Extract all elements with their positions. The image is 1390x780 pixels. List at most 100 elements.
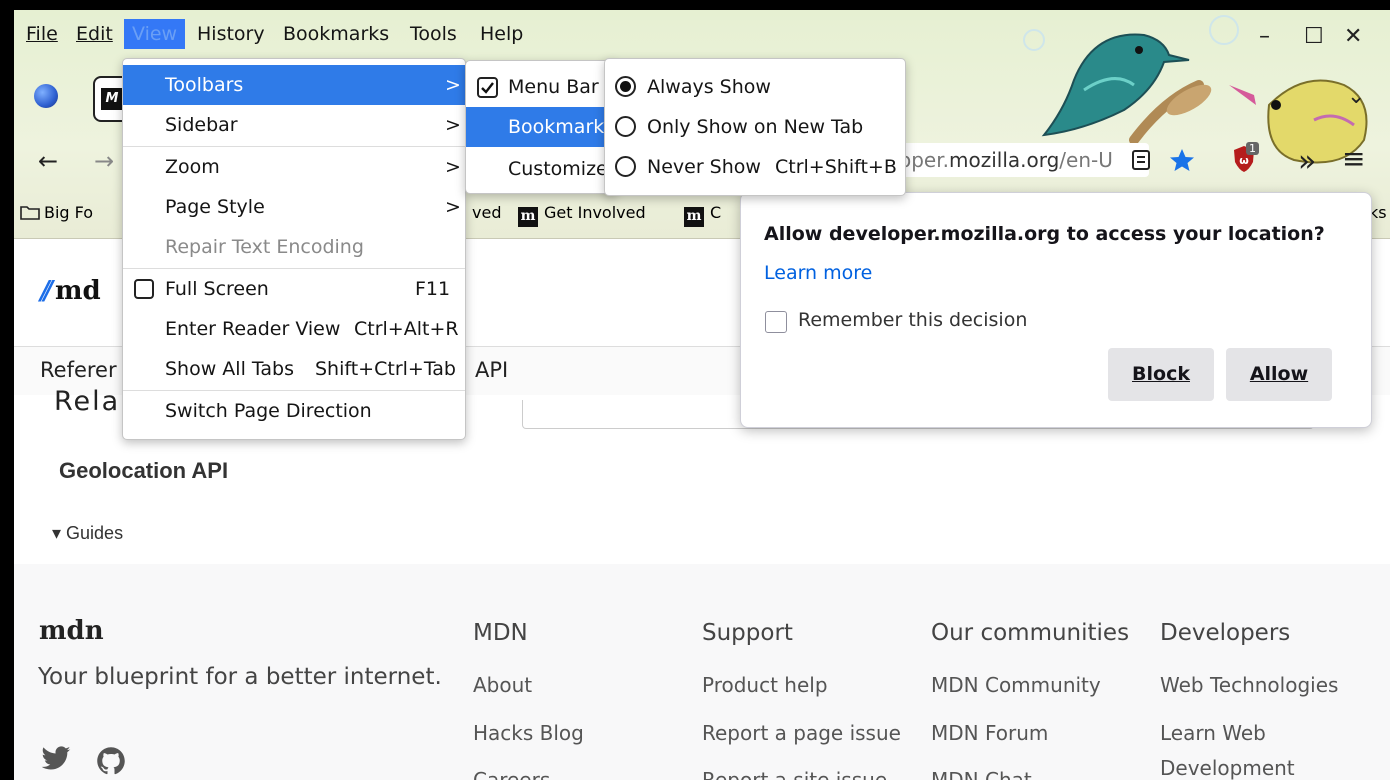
github-icon[interactable] bbox=[96, 746, 126, 776]
menu-item-shortcut: F11 bbox=[415, 278, 451, 300]
url-path: /en-U bbox=[1059, 148, 1113, 172]
view-menu: Toolbars > Sidebar > Zoom > Page Style >… bbox=[122, 58, 466, 440]
footer-heading-support: Support bbox=[702, 620, 793, 646]
menu-item-sidebar[interactable]: Sidebar > bbox=[123, 105, 465, 145]
only-show-new-tab-radio[interactable] bbox=[615, 116, 636, 137]
minimize-button[interactable]: – bbox=[1259, 24, 1270, 49]
menu-item-label: Show All Tabs bbox=[165, 358, 294, 380]
bookmark-label: C bbox=[710, 203, 722, 222]
breadcrumb-item-api[interactable]: API bbox=[475, 358, 508, 382]
footer-tagline: Your blueprint for a better internet. bbox=[38, 664, 442, 690]
overflow-menu-button[interactable]: » bbox=[1298, 144, 1316, 179]
extension-badge: 1 bbox=[1246, 142, 1259, 155]
list-all-tabs-chevron-icon[interactable]: ⌄ bbox=[1347, 84, 1365, 109]
menu-item-label: Bookmark bbox=[508, 116, 605, 138]
menu-item-reader-view[interactable]: Enter Reader View Ctrl+Alt+R bbox=[123, 309, 465, 349]
firefox-view-icon[interactable] bbox=[34, 84, 58, 108]
svg-text:ω: ω bbox=[1239, 154, 1249, 167]
submenu-arrow-icon: > bbox=[445, 114, 461, 136]
menu-item-label: Never Show bbox=[647, 156, 761, 178]
url-host: mozilla.org bbox=[948, 148, 1060, 172]
menu-history[interactable]: History bbox=[197, 23, 265, 45]
menu-item-always-show[interactable]: Always Show bbox=[605, 67, 905, 107]
menu-item-bookmarks-toolbar[interactable]: Bookmark bbox=[466, 107, 616, 147]
sidebar-toggle-guides[interactable]: ▾ Guides bbox=[52, 523, 123, 544]
menu-item-label: Sidebar bbox=[165, 114, 238, 136]
footer-link-about[interactable]: About bbox=[473, 673, 532, 697]
block-button[interactable]: Block bbox=[1108, 348, 1214, 401]
footer-link-mdn-chat[interactable]: MDN Chat bbox=[931, 768, 1032, 780]
footer-link-mdn-community[interactable]: MDN Community bbox=[931, 673, 1101, 697]
footer-link-careers[interactable]: Careers bbox=[473, 768, 550, 780]
menu-item-label: Customize bbox=[508, 158, 608, 180]
footer-logo[interactable]: mdn bbox=[39, 616, 104, 646]
breadcrumb-item[interactable]: Referer bbox=[40, 358, 117, 382]
menu-item-customize-toolbar[interactable]: Customize bbox=[466, 149, 616, 189]
menu-item-only-show-new-tab[interactable]: Only Show on New Tab bbox=[605, 107, 905, 147]
submenu-arrow-icon: > bbox=[445, 196, 461, 218]
menu-item-page-style[interactable]: Page Style > bbox=[123, 187, 465, 227]
footer-link-report-site-issue[interactable]: Report a site issue bbox=[702, 768, 887, 780]
footer-link-product-help[interactable]: Product help bbox=[702, 673, 828, 697]
menu-item-shortcut: Shift+Ctrl+Tab bbox=[315, 358, 456, 380]
remember-decision-checkbox[interactable] bbox=[765, 311, 787, 333]
twitter-icon[interactable] bbox=[40, 746, 72, 772]
menu-item-show-all-tabs[interactable]: Show All Tabs Shift+Ctrl+Tab bbox=[123, 349, 465, 389]
menu-item-label: Toolbars bbox=[165, 74, 244, 96]
footer-link-learn-web-development[interactable]: Development bbox=[1160, 756, 1295, 780]
allow-button[interactable]: Allow bbox=[1226, 348, 1332, 401]
back-button[interactable]: ← bbox=[38, 147, 58, 175]
menu-item-label: Switch Page Direction bbox=[165, 400, 372, 422]
bookmark-item[interactable]: ved bbox=[472, 203, 501, 222]
menu-bookmarks[interactable]: Bookmarks bbox=[283, 23, 389, 45]
menu-edit[interactable]: Edit bbox=[76, 23, 113, 45]
menu-help[interactable]: Help bbox=[480, 23, 523, 45]
bookmark-item-get-involved[interactable]: m Get Involved bbox=[518, 203, 646, 227]
forward-button[interactable]: → bbox=[94, 147, 114, 175]
bookmark-label: Get Involved bbox=[544, 203, 646, 222]
sidebar-link-geolocation[interactable]: Geolocation API bbox=[59, 458, 228, 484]
bookmark-star-icon[interactable] bbox=[1169, 148, 1195, 172]
menu-item-label: Always Show bbox=[647, 76, 771, 98]
footer-link-hacks-blog[interactable]: Hacks Blog bbox=[473, 721, 584, 745]
url-field[interactable]: oper.mozilla.org/en-U bbox=[899, 143, 1149, 177]
footer-link-mdn-forum[interactable]: MDN Forum bbox=[931, 721, 1048, 745]
menu-item-zoom[interactable]: Zoom > bbox=[123, 147, 465, 187]
mdn-logo-text: md bbox=[55, 276, 101, 306]
bookmark-item-folder[interactable]: Big Fo bbox=[20, 203, 93, 222]
footer-link-report-page-issue[interactable]: Report a page issue bbox=[702, 721, 901, 745]
footer-heading-communities: Our communities bbox=[931, 620, 1130, 646]
menu-item-label: Menu Bar bbox=[508, 76, 599, 98]
never-show-radio[interactable] bbox=[615, 156, 636, 177]
maximize-button[interactable]: ☐ bbox=[1304, 24, 1324, 49]
footer-link-web-technologies[interactable]: Web Technologies bbox=[1160, 673, 1338, 697]
menu-item-label: Repair Text Encoding bbox=[165, 236, 364, 258]
menu-bar-checkbox[interactable] bbox=[477, 77, 498, 98]
mdn-bookmark-icon: m bbox=[518, 207, 538, 227]
menu-file[interactable]: File bbox=[26, 23, 58, 45]
always-show-radio[interactable] bbox=[615, 76, 636, 97]
close-button[interactable]: ✕ bbox=[1344, 24, 1362, 49]
menu-item-switch-page-direction[interactable]: Switch Page Direction bbox=[123, 391, 465, 431]
full-screen-checkbox[interactable] bbox=[134, 279, 154, 299]
submenu-arrow-icon: > bbox=[445, 74, 461, 96]
mdn-logo[interactable]: //md bbox=[40, 276, 101, 306]
menu-item-never-show[interactable]: Never Show Ctrl+Shift+B bbox=[605, 147, 905, 187]
menu-item-label: Page Style bbox=[165, 196, 265, 218]
reader-view-icon[interactable] bbox=[1132, 150, 1150, 170]
menu-item-label: Zoom bbox=[165, 156, 220, 178]
menu-item-repair-text-encoding: Repair Text Encoding bbox=[123, 227, 465, 267]
menu-item-shortcut: Ctrl+Shift+B bbox=[775, 156, 897, 178]
footer-heading-mdn: MDN bbox=[473, 620, 528, 646]
footer-link-learn-web[interactable]: Learn Web bbox=[1160, 721, 1266, 745]
menu-tools[interactable]: Tools bbox=[410, 23, 457, 45]
bookmark-item[interactable]: mC bbox=[684, 203, 721, 227]
submenu-arrow-icon: > bbox=[445, 156, 461, 178]
menu-view[interactable]: View bbox=[124, 19, 186, 49]
menu-item-menu-bar[interactable]: Menu Bar bbox=[466, 67, 616, 107]
hamburger-menu-button[interactable]: ≡ bbox=[1342, 142, 1365, 175]
learn-more-link[interactable]: Learn more bbox=[764, 262, 872, 284]
menu-item-shortcut: Ctrl+Alt+R bbox=[354, 318, 459, 340]
menu-item-toolbars[interactable]: Toolbars > bbox=[123, 65, 465, 105]
menu-item-full-screen[interactable]: Full Screen F11 bbox=[123, 269, 465, 309]
